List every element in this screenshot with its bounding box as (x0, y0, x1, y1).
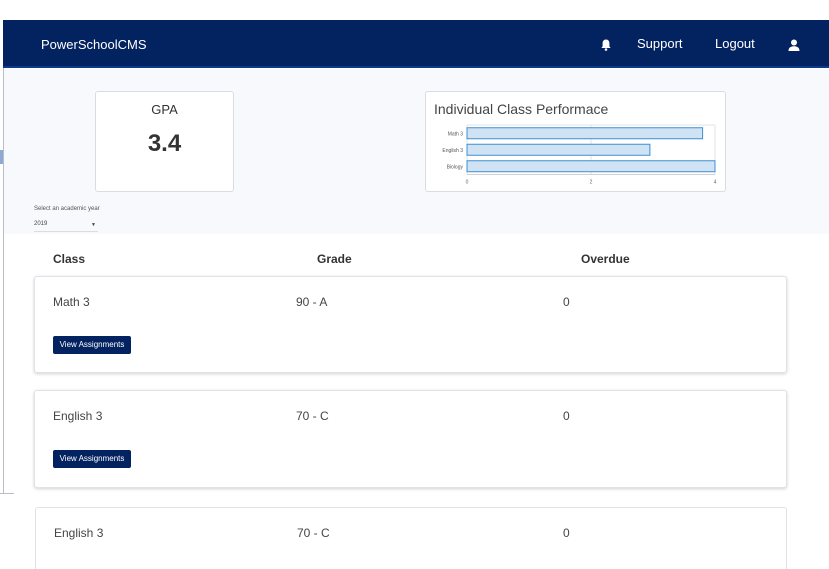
view-assignments-button[interactable]: View Assignments (53, 450, 131, 468)
chart-category-label: Math 3 (448, 131, 464, 137)
chart-category-label: Biology (447, 164, 464, 170)
class-performance-chart: 0 2 4 Math 3 English 3 Biology (442, 124, 717, 186)
chart-tick-label: 2 (590, 180, 593, 186)
column-header-class: Class (53, 252, 86, 266)
bell-icon[interactable] (599, 38, 613, 52)
class-row: English 3 70 - C 0 (35, 507, 787, 569)
view-assignments-button[interactable]: View Assignments (53, 336, 131, 354)
academic-year-value: 2019 (34, 221, 48, 227)
sidebar-toggle[interactable] (0, 150, 3, 164)
class-row: Math 3 90 - A 0 View Assignments (34, 276, 787, 373)
chart-bar (466, 127, 704, 140)
class-name: English 3 (53, 409, 103, 423)
academic-year-select[interactable]: 2019 ▼ (34, 221, 98, 232)
bottom-border (0, 493, 14, 494)
gpa-label: GPA (151, 102, 178, 117)
logout-link[interactable]: Logout (715, 36, 755, 51)
chart-bar (466, 143, 651, 156)
class-overdue: 0 (563, 526, 570, 540)
brand-logo-text[interactable]: PowerSchoolCMS (41, 37, 147, 52)
class-overdue: 0 (563, 409, 570, 423)
gpa-card: GPA 3.4 (95, 91, 234, 192)
chart-bar (466, 160, 716, 173)
support-link[interactable]: Support (637, 36, 683, 51)
chart-category-label: English 3 (442, 148, 463, 154)
column-header-grade: Grade (317, 252, 352, 266)
class-name: Math 3 (53, 295, 90, 309)
class-row: English 3 70 - C 0 View Assignments (34, 390, 787, 488)
class-grade: 70 - C (296, 409, 329, 423)
class-name: English 3 (54, 526, 104, 540)
gpa-value: 3.4 (147, 130, 182, 157)
academic-year-label: Select an academic year (34, 206, 100, 212)
top-navbar: PowerSchoolCMS Support Logout (3, 20, 829, 68)
chart-tick-label: 0 (466, 180, 469, 186)
class-overdue: 0 (563, 295, 570, 309)
chart-tick-label: 4 (714, 180, 717, 186)
column-header-overdue: Overdue (581, 252, 630, 266)
class-grade: 90 - A (296, 295, 328, 309)
chevron-down-icon: ▼ (91, 222, 96, 228)
user-icon[interactable] (787, 38, 801, 52)
class-grade: 70 - C (297, 526, 330, 540)
class-performance-card: Individual Class Performace 0 2 4 Math 3 Eng… (425, 91, 726, 192)
